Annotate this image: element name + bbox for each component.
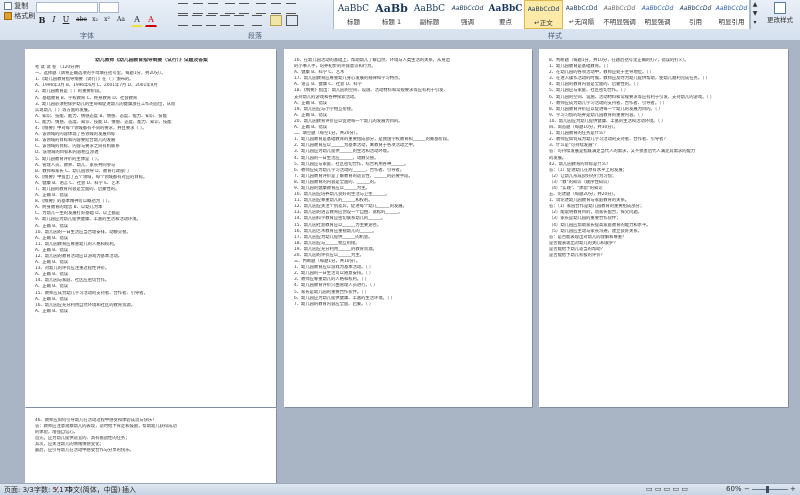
shading-icon[interactable]: [270, 15, 282, 26]
font-color-button[interactable]: A: [145, 14, 157, 27]
line-spacing-icon[interactable]: [252, 15, 262, 26]
style-quote[interactable]: AaBbCcDd 引用: [676, 0, 715, 29]
align-center-icon[interactable]: [192, 15, 202, 26]
italic-button[interactable]: I: [48, 14, 60, 26]
borders-icon[interactable]: [286, 15, 298, 26]
font-name-select[interactable]: [36, 2, 98, 13]
style-subtle-emphasis[interactable]: AaBbCcDd 不明显强调: [600, 0, 639, 29]
chinese-layout-icon[interactable]: [256, 3, 266, 14]
bold-button[interactable]: B: [36, 14, 48, 26]
style-emphasis[interactable]: AaBbCcDd 强调: [448, 0, 487, 29]
text-line: A、正确 B、错误: [35, 308, 69, 314]
style-subtitle[interactable]: AaBbC 副标题: [410, 0, 449, 29]
zoom-level[interactable]: 60%: [726, 485, 742, 493]
change-case-button[interactable]: Aa: [115, 14, 127, 26]
text-line: 7、幼儿园的教育内容应全面、启蒙。（ ）: [294, 301, 374, 307]
styles-gallery: AaBbC 标题 AaBb 标题 1 AaBbC 副标题 AaBbCcDd 强调…: [333, 0, 750, 29]
highlight-button[interactable]: A: [131, 14, 143, 27]
distributed-icon[interactable]: [234, 15, 244, 26]
style-title[interactable]: AaBbC 标题: [334, 0, 373, 29]
page-1[interactable]: 幼儿教师《幼儿园教育指导纲要（试行）》试题及答案 考 试 试 卷 （120分钟）…: [25, 49, 276, 407]
view-buttons[interactable]: ▭ ▭ ▭ ▭ ▭: [646, 485, 688, 493]
style-no-spacing[interactable]: AaBbCcDd ↵无间隔: [562, 0, 601, 29]
page-2-text: 16、在幼儿园活动的基础上，帮助幼儿了解自然、环境与人类生活的关系，从身边 的小事…: [294, 58, 524, 308]
style-intense-quote[interactable]: AaBbCcDd 明显引用: [712, 0, 751, 29]
document-title: 幼儿教师《幼儿园教育指导纲要（试行）》试题及答案: [95, 58, 208, 63]
style-intense-emphasis[interactable]: AaBbCcDd 明显强调: [638, 0, 677, 29]
zoom-slider[interactable]: [752, 489, 788, 490]
copy-icon: [4, 2, 12, 10]
status-bar: 页面: 3/3 字数: 5,175 ✓ 中文(简体，中国) 插入 ▭ ▭ ▭ ▭…: [0, 483, 800, 495]
zoom-slider-thumb[interactable]: [766, 486, 769, 493]
superscript-button[interactable]: x²: [101, 14, 113, 26]
page-3[interactable]: 8、判断题（每题1分，共10分，在题后括号里正确的打√，错误的打×）。 1、幼儿园…: [539, 49, 788, 407]
style-normal[interactable]: AaBbCcDd ↵正文: [524, 0, 563, 29]
change-styles-icon: [774, 2, 786, 14]
strikethrough-button[interactable]: abe: [75, 14, 87, 26]
sort-icon[interactable]: [271, 3, 281, 14]
styles-scroll[interactable]: ▲ ▼ ▾: [750, 0, 759, 29]
align-right-icon[interactable]: [206, 15, 216, 26]
format-painter-button[interactable]: 格式刷: [4, 11, 35, 21]
page-1-text: 考 试 试 卷 （120分钟） 一、选择题（请将正确选项的字母填在括号里，每题1分…: [35, 65, 268, 315]
proofing-icon[interactable]: ✓: [54, 485, 60, 493]
multilevel-list-icon[interactable]: [208, 3, 218, 14]
paintbrush-icon: [4, 12, 12, 20]
show-marks-icon[interactable]: [286, 3, 296, 14]
increase-indent-icon[interactable]: [239, 3, 249, 14]
copy-button[interactable]: 复制: [4, 1, 28, 11]
align-left-icon[interactable]: [178, 15, 188, 26]
text-line: 最后，应引导幼儿在活动中感受合作与分享的快乐。: [35, 448, 134, 454]
page-2[interactable]: 16、在幼儿园活动的基础上，帮助幼儿了解自然、环境与人类生活的关系，从身边 的小事…: [284, 49, 532, 407]
zoom-in-button[interactable]: +: [790, 485, 796, 493]
zoom-out-button[interactable]: −: [744, 485, 750, 493]
ribbon: 复制 格式刷 B I U abe x₂ x² Aa A A 字体 段落 样式 A…: [0, 0, 800, 41]
page-3-text: 8、判断题（每题1分，共10分，在题后括号里正确的打√，错误的打×）。 1、幼儿园…: [549, 58, 780, 259]
document-area[interactable]: 幼儿教师《幼儿园教育指导纲要（试行）》试题及答案 考 试 试 卷 （120分钟）…: [0, 40, 800, 483]
text-line: 是否能给予幼儿积极的评价？: [549, 253, 605, 258]
font-size-select[interactable]: [99, 2, 119, 13]
style-heading-1[interactable]: AaBb 标题 1: [372, 0, 411, 29]
decrease-indent-icon[interactable]: [225, 3, 235, 14]
page-4-text: 46、教师应如何引导幼儿在活动过程中感受和体验成功与快乐？ 答：教师应注意观察幼儿…: [35, 418, 268, 455]
style-strong[interactable]: AaBbC 要点: [486, 0, 525, 29]
justify-icon[interactable]: [220, 15, 230, 26]
change-styles-button[interactable]: 更改样式: [760, 0, 800, 29]
underline-button[interactable]: U: [60, 14, 72, 26]
page-4[interactable]: 46、教师应如何引导幼儿在活动过程中感受和体验成功与快乐？ 答：教师应注意观察幼儿…: [25, 408, 276, 483]
bullets-icon[interactable]: [178, 3, 188, 14]
subscript-button[interactable]: x₂: [89, 14, 101, 26]
numbering-icon[interactable]: [193, 3, 203, 14]
